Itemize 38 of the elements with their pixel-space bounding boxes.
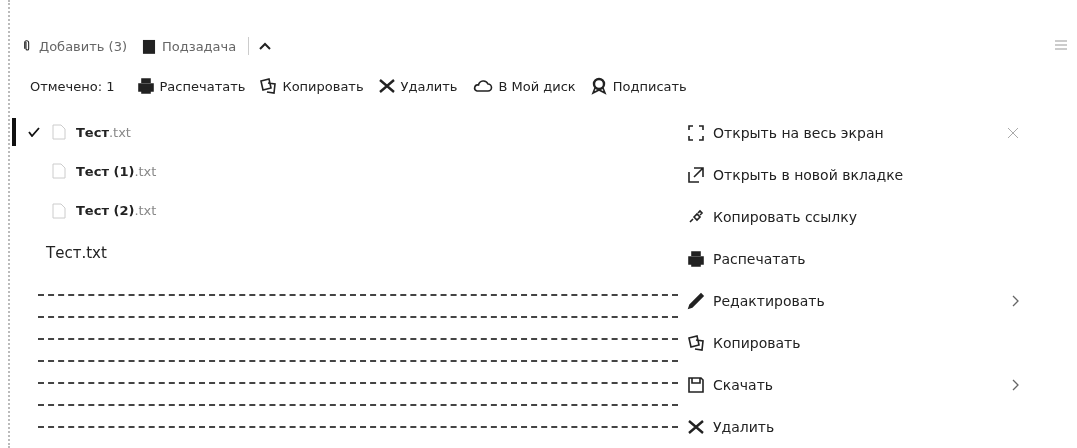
close-icon <box>687 418 705 436</box>
preview-title: Тест.txt <box>45 243 108 265</box>
close-icon <box>377 77 396 96</box>
file-name[interactable]: Тест (1).txt <box>76 163 157 179</box>
menu-item[interactable]: Копировать ссылку <box>679 196 1039 238</box>
award-icon <box>589 77 608 96</box>
file-icon <box>52 202 66 219</box>
toolbar-button[interactable]: В Мой диск <box>469 75 578 98</box>
external-link-icon <box>687 166 705 184</box>
chevron-right-icon <box>1012 295 1019 307</box>
copy-icon <box>259 77 278 96</box>
pencil-icon <box>687 292 705 310</box>
toolbar-button[interactable]: Копировать <box>257 75 366 98</box>
menu-item[interactable]: Распечатать <box>679 238 1039 280</box>
toolbar-button[interactable]: Распечатать <box>134 75 248 98</box>
toolbar-button[interactable]: Подзадача <box>139 36 239 57</box>
printer-icon <box>687 250 705 268</box>
menu-item[interactable]: Копировать <box>679 322 1039 364</box>
fullscreen-icon <box>687 124 705 142</box>
copy-icon <box>687 334 705 352</box>
floppy-icon <box>687 376 705 394</box>
file-name[interactable]: Тест.txt <box>76 124 131 140</box>
menu-item[interactable]: Открыть на весь экран <box>679 112 1039 154</box>
printer-icon <box>136 77 155 96</box>
toolbar-button[interactable]: Удалить <box>375 75 460 98</box>
file-icon <box>52 163 66 180</box>
check-icon[interactable] <box>28 127 40 138</box>
file-icon <box>52 124 66 141</box>
toolbar-button[interactable]: Добавить (3) <box>20 36 129 57</box>
toolbar-button[interactable]: Подписать <box>587 75 689 98</box>
menu-item[interactable]: Открыть в новой вкладке <box>679 154 1039 196</box>
menu-item[interactable]: Редактировать <box>679 280 1039 322</box>
chevron-right-icon <box>1012 379 1019 391</box>
chevron-up-icon[interactable] <box>259 42 272 51</box>
menu-item[interactable]: Удалить <box>679 406 1039 448</box>
menu-item[interactable]: Скачать <box>679 364 1039 406</box>
file-name[interactable]: Тест (2).txt <box>76 203 157 219</box>
selected-count: Отмечено: 1 <box>30 78 115 94</box>
